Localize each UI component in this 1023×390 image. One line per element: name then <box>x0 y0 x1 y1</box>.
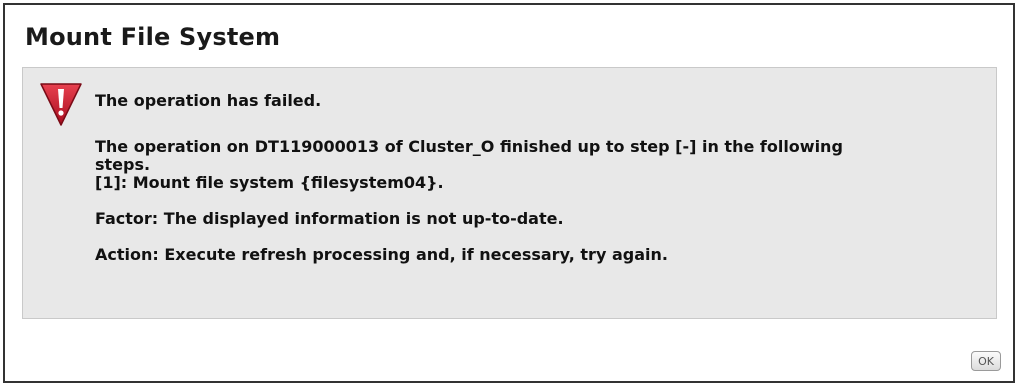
ok-button[interactable]: OK <box>971 351 1001 371</box>
error-factor: Factor: The displayed information is not… <box>95 209 564 228</box>
error-headline: The operation has failed. <box>95 91 322 110</box>
error-message-panel: The operation has failed. The operation … <box>22 67 997 319</box>
error-action: Action: Execute refresh processing and, … <box>95 245 668 264</box>
error-detail-line-1: The operation on DT119000013 of Cluster_… <box>95 137 843 156</box>
dialog-title: Mount File System <box>25 23 281 51</box>
error-message-text: The operation has failed. The operation … <box>95 92 975 264</box>
error-detail-line-2: steps. <box>95 155 151 174</box>
error-step-line: [1]: Mount file system {filesystem04}. <box>95 173 444 192</box>
error-warning-icon <box>40 83 82 126</box>
mount-file-system-dialog: Mount File System The operation has fail… <box>3 3 1015 383</box>
